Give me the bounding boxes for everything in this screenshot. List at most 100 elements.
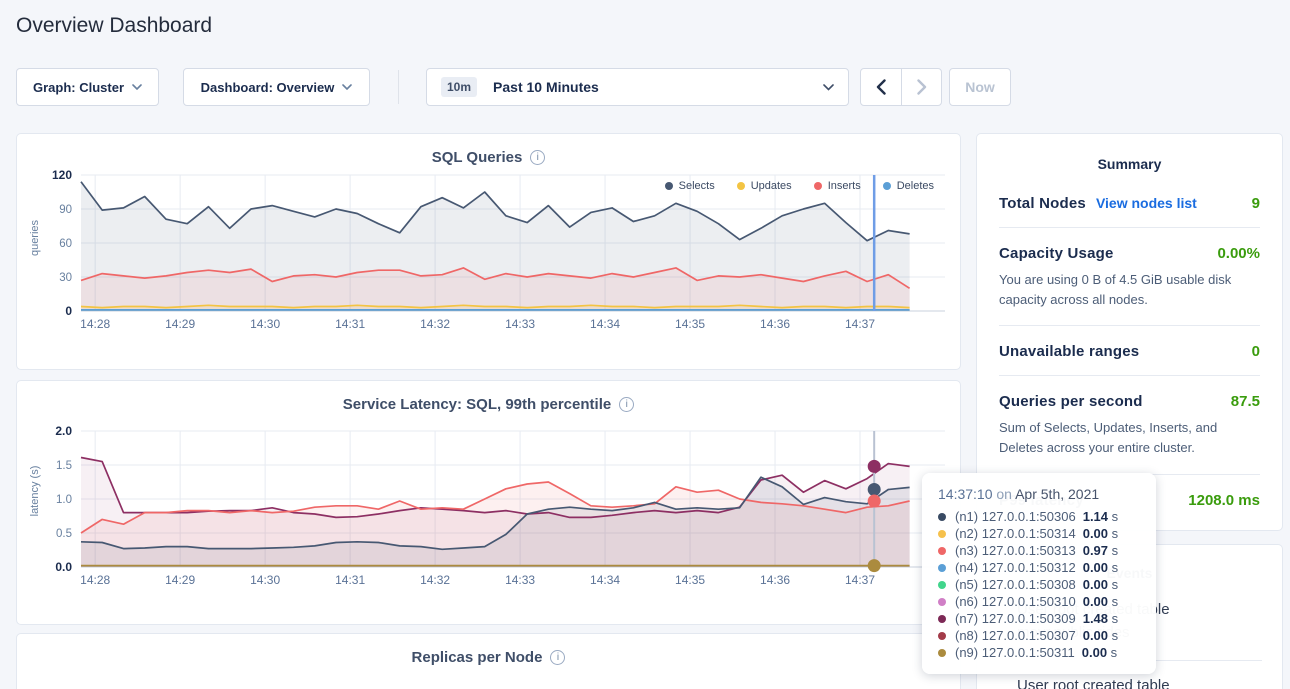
node-address: (n8) 127.0.0.1:50307 [955, 628, 1076, 643]
svg-text:14:31: 14:31 [335, 573, 365, 587]
node-latency-unit: s [1112, 543, 1119, 558]
node-latency-value: 0.00 s [1082, 645, 1117, 660]
dashboard-dropdown[interactable]: Dashboard: Overview [183, 68, 370, 106]
sql-queries-chart-panel: SQL Queries i Selects Updates Inserts Delet… [16, 133, 961, 370]
svg-text:14:34: 14:34 [590, 573, 620, 587]
legend-item[interactable]: Selects [665, 180, 715, 192]
y-axis-label: queries [29, 198, 41, 278]
tooltip-date: Apr 5th, 2021 [1015, 486, 1099, 502]
svg-text:0: 0 [65, 304, 72, 318]
chart-title-row: SQL Queries i [17, 134, 960, 166]
sql-queries-chart[interactable]: 14:2814:2914:3014:3114:3214:3314:3414:35… [17, 169, 958, 339]
service-latency-chart[interactable]: 14:2814:2914:3014:3114:3214:3314:3414:35… [17, 425, 958, 595]
svg-text:14:32: 14:32 [420, 573, 450, 587]
info-icon[interactable]: i [530, 150, 545, 165]
node-address: (n9) 127.0.0.1:50311 [955, 645, 1075, 660]
node-series-dot-icon [938, 530, 946, 538]
svg-text:14:37: 14:37 [845, 573, 875, 587]
unavailable-ranges-label: Unavailable ranges [999, 343, 1139, 360]
svg-text:1.0: 1.0 [56, 494, 72, 506]
svg-text:14:28: 14:28 [80, 573, 110, 587]
tooltip-rows: (n1) 127.0.0.1:503061.14 s(n2) 127.0.0.1… [938, 509, 1140, 660]
svg-text:30: 30 [59, 272, 72, 284]
y-axis-label: latency (s) [29, 451, 41, 531]
view-nodes-list-link[interactable]: View nodes list [1096, 195, 1197, 211]
legend-dot-icon [737, 182, 745, 190]
node-latency-value: 0.00 s [1083, 526, 1118, 541]
legend-item[interactable]: Deletes [883, 180, 934, 192]
info-icon[interactable]: i [550, 650, 565, 665]
node-series-dot-icon [938, 581, 946, 589]
summary-row-queries-per-second: Queries per second 87.5 Sum of Selects, … [999, 375, 1260, 473]
node-latency-unit: s [1112, 526, 1119, 541]
node-address: (n7) 127.0.0.1:50309 [955, 611, 1076, 626]
p99-latency-value: 1208.0 ms [1188, 492, 1260, 509]
queries-per-second-value: 87.5 [1231, 393, 1260, 410]
replicas-per-node-chart-title: Replicas per Node [412, 649, 543, 666]
unavailable-ranges-value: 0 [1252, 343, 1260, 360]
svg-text:14:35: 14:35 [675, 317, 705, 331]
node-address: (n2) 127.0.0.1:50314 [955, 526, 1076, 541]
tooltip-node-row: (n4) 127.0.0.1:503120.00 s [938, 560, 1140, 575]
time-window-badge: 10m [441, 77, 477, 97]
now-button[interactable]: Now [949, 68, 1011, 106]
node-series-dot-icon [938, 564, 946, 572]
legend-dot-icon [814, 182, 822, 190]
tooltip-node-row: (n7) 127.0.0.1:50309 1.48 s [938, 611, 1140, 626]
dashboard-dropdown-label: Dashboard: Overview [201, 80, 335, 95]
time-window-dropdown[interactable]: 10m Past 10 Minutes [426, 68, 849, 106]
tooltip-node-row: (n5) 127.0.0.1:503080.00 s [938, 577, 1140, 592]
svg-text:14:37: 14:37 [845, 317, 875, 331]
node-latency-unit: s [1112, 611, 1119, 626]
svg-text:14:32: 14:32 [420, 317, 450, 331]
svg-text:14:34: 14:34 [590, 317, 620, 331]
graph-scope-dropdown[interactable]: Graph: Cluster [16, 68, 159, 106]
total-nodes-value: 9 [1252, 195, 1260, 212]
replicas-per-node-chart-panel: Replicas per Node i [16, 633, 961, 689]
legend-label: Selects [679, 180, 715, 192]
node-latency-value: 0.00 s [1083, 594, 1118, 609]
summary-title: Summary [999, 134, 1260, 178]
chevron-down-icon [342, 84, 352, 90]
legend-item[interactable]: Updates [737, 180, 792, 192]
chart-hover-tooltip: 14:37:10 on Apr 5th, 2021 (n1) 127.0.0.1… [922, 473, 1156, 674]
svg-text:14:36: 14:36 [760, 317, 790, 331]
svg-text:0.0: 0.0 [55, 560, 72, 574]
tooltip-time: 14:37:10 [938, 486, 993, 502]
capacity-usage-label: Capacity Usage [999, 245, 1114, 262]
info-icon[interactable]: i [619, 397, 634, 412]
sql-queries-chart-title: SQL Queries [432, 149, 523, 166]
node-series-dot-icon [938, 513, 946, 521]
node-series-dot-icon [938, 649, 946, 657]
node-address: (n6) 127.0.0.1:50310 [955, 594, 1076, 609]
node-latency-value: 1.48 s [1083, 611, 1118, 626]
queries-per-second-label: Queries per second [999, 393, 1143, 410]
svg-text:14:29: 14:29 [165, 317, 195, 331]
chevron-right-icon [917, 79, 927, 95]
node-latency-unit: s [1112, 594, 1119, 609]
chart-title-row: Service Latency: SQL, 99th percentile i [17, 381, 960, 413]
node-latency-unit: s [1112, 509, 1119, 524]
time-step-forward-button[interactable] [901, 69, 941, 105]
svg-text:14:33: 14:33 [505, 317, 535, 331]
svg-text:14:30: 14:30 [250, 317, 280, 331]
service-latency-chart-title: Service Latency: SQL, 99th percentile [343, 396, 611, 413]
svg-text:14:30: 14:30 [250, 573, 280, 587]
svg-text:14:28: 14:28 [80, 317, 110, 331]
capacity-usage-description: You are using 0 B of 4.5 GiB usable disk… [999, 270, 1260, 310]
svg-text:14:29: 14:29 [165, 573, 195, 587]
node-latency-unit: s [1112, 560, 1119, 575]
node-address: (n1) 127.0.0.1:50306 [955, 509, 1076, 524]
controls-divider [398, 70, 399, 104]
legend-label: Deletes [897, 180, 934, 192]
node-latency-value: 0.00 s [1083, 628, 1118, 643]
legend-item[interactable]: Inserts [814, 180, 861, 192]
time-step-back-button[interactable] [861, 69, 901, 105]
chevron-down-icon [132, 84, 142, 90]
svg-text:14:36: 14:36 [760, 573, 790, 587]
svg-text:2.0: 2.0 [55, 425, 72, 438]
page-title: Overview Dashboard [16, 14, 212, 38]
sql-queries-legend: Selects Updates Inserts Deletes [665, 180, 934, 192]
legend-dot-icon [883, 182, 891, 190]
time-window-label: Past 10 Minutes [493, 79, 599, 95]
